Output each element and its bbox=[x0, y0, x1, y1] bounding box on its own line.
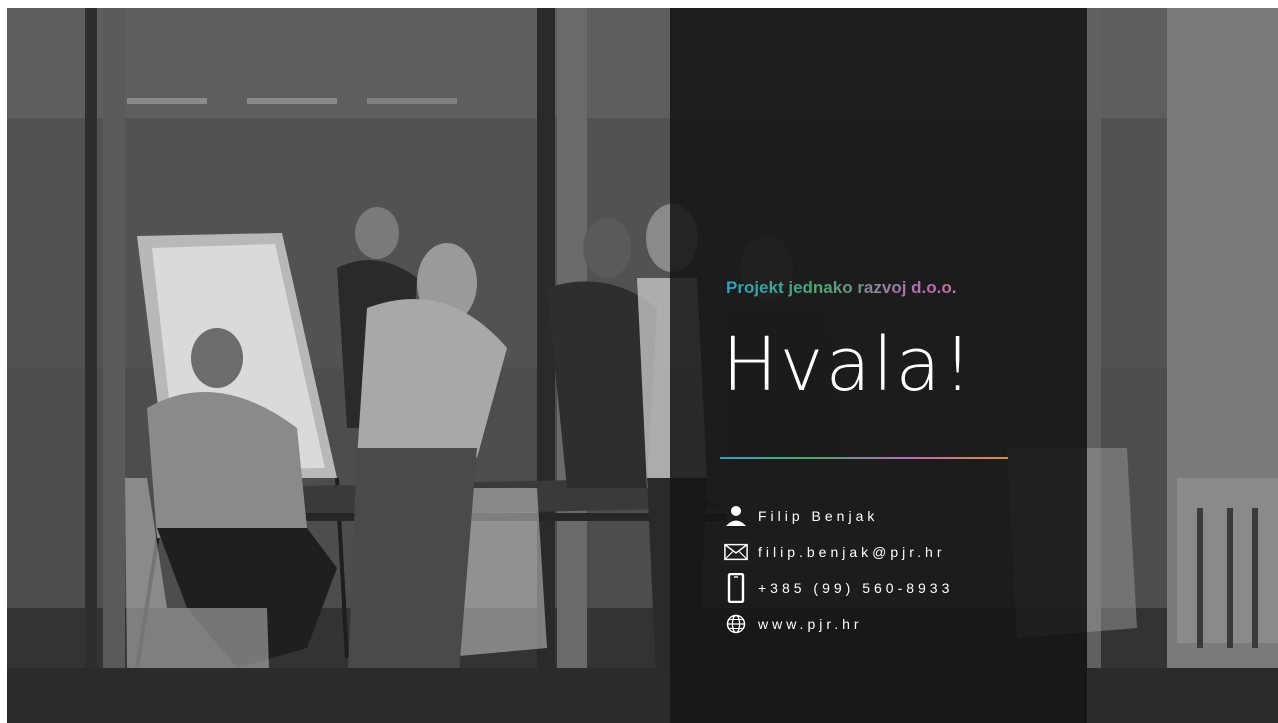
contact-website-row: www.pjr.hr bbox=[724, 611, 863, 637]
contact-email-row: filip.benjak@pjr.hr bbox=[724, 539, 946, 565]
background-photo bbox=[7, 8, 1278, 723]
mobile-phone-icon bbox=[724, 573, 748, 603]
contact-phone[interactable]: +385 (99) 560-8933 bbox=[758, 580, 953, 596]
person-icon bbox=[724, 503, 748, 529]
globe-icon bbox=[724, 611, 748, 637]
contact-phone-row: +385 (99) 560-8933 bbox=[724, 573, 953, 603]
slide bbox=[7, 8, 1278, 723]
contact-name-row: Filip Benjak bbox=[724, 503, 878, 529]
company-name: Projekt jednako razvoj d.o.o. bbox=[726, 278, 1046, 298]
contact-name: Filip Benjak bbox=[758, 508, 879, 524]
envelope-icon bbox=[724, 539, 748, 565]
slide-title: Hvala! bbox=[722, 322, 975, 408]
contact-website[interactable]: www.pjr.hr bbox=[758, 616, 863, 632]
gradient-divider bbox=[720, 457, 1008, 459]
contact-email[interactable]: filip.benjak@pjr.hr bbox=[758, 544, 946, 560]
